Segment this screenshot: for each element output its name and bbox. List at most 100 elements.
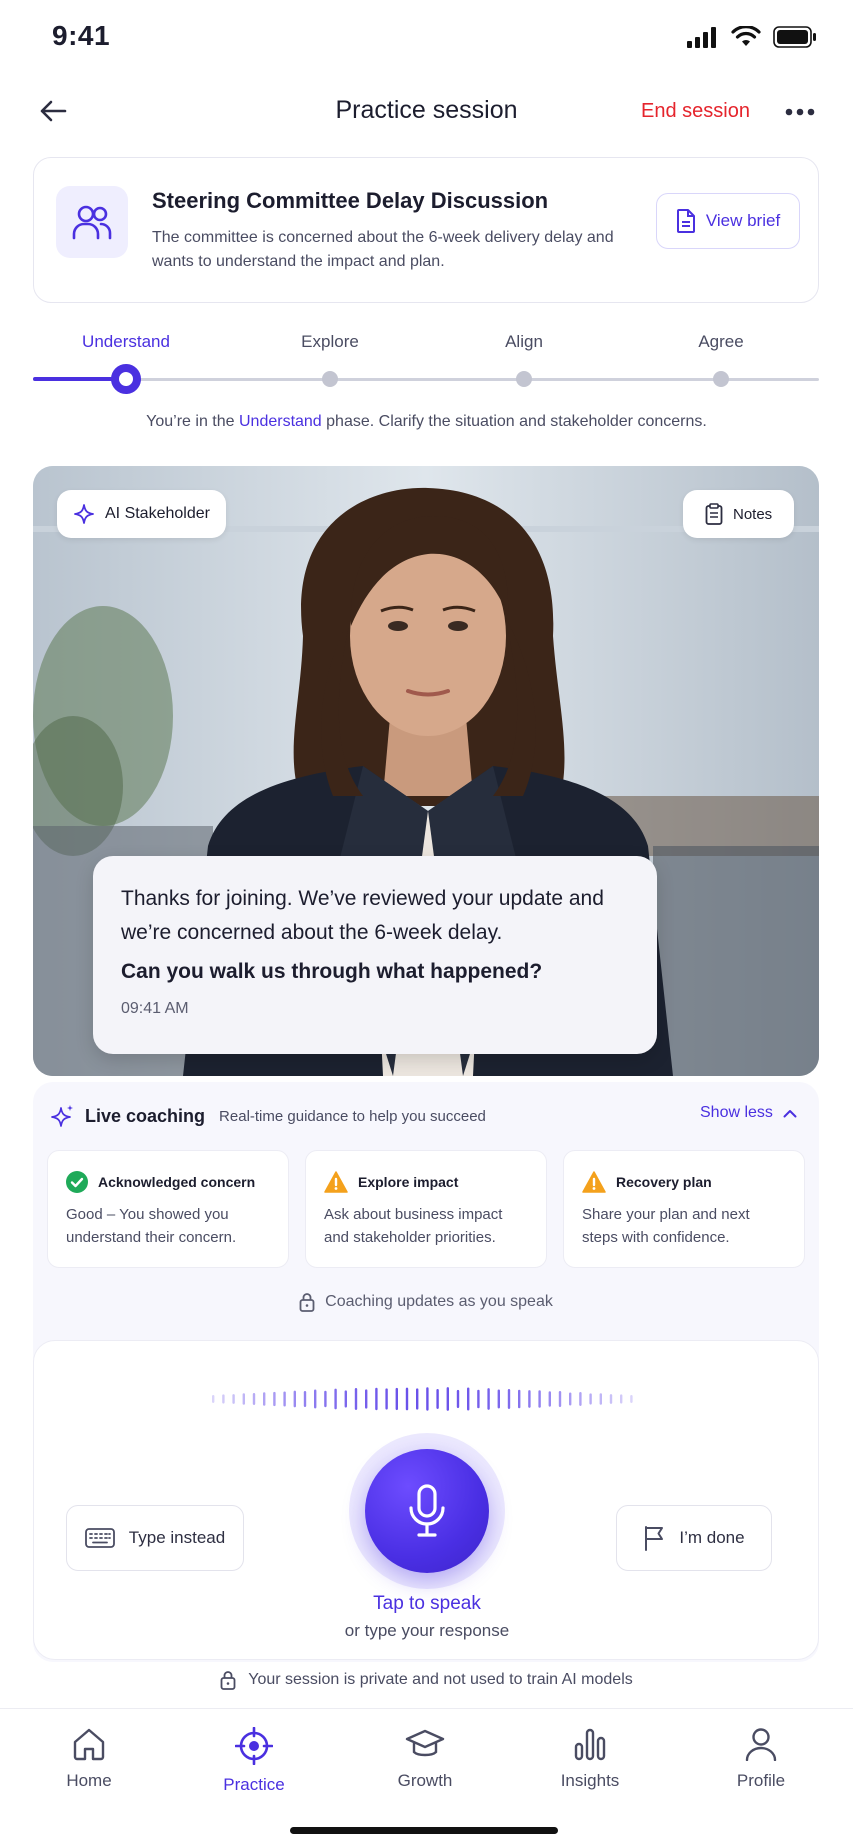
ai-stakeholder-video: AI Stakeholder Notes Thanks for joining.… (33, 466, 819, 1076)
step-understand-label[interactable]: Understand (82, 332, 170, 352)
notes-label: Notes (733, 505, 773, 523)
document-icon (676, 209, 695, 233)
or-type-hint: or type your response (344, 1621, 510, 1640)
coaching-header: Live coaching Real-time guidance to help… (51, 1104, 486, 1128)
waveform-bar (477, 1389, 480, 1409)
step-agree-label[interactable]: Agree (698, 332, 743, 352)
tab-home[interactable]: Home (29, 1727, 149, 1791)
waveform-bar (538, 1390, 541, 1408)
tip-title: Recovery plan (616, 1174, 712, 1190)
users-icon (72, 205, 112, 240)
waveform-bar (630, 1395, 633, 1403)
notes-button[interactable]: Notes (683, 490, 795, 538)
battery-icon (773, 26, 816, 48)
step-explore-dot[interactable] (322, 371, 338, 387)
waveform-bar (620, 1394, 623, 1404)
scenario-card: Steering Committee Delay Discussion The … (33, 157, 819, 303)
waveform-bar (518, 1389, 521, 1409)
waveform-bar (548, 1391, 551, 1407)
coaching-subtitle: Real-time guidance to help you succeed (219, 1107, 486, 1125)
progress-track (33, 378, 819, 381)
waveform-bar (252, 1393, 256, 1405)
waveform-bar (354, 1388, 358, 1410)
waveform-bar (416, 1388, 419, 1410)
stakeholder-message-bubble: Thanks for joining. We’ve reviewed your … (93, 856, 657, 1054)
waveform-bar (446, 1387, 449, 1411)
warning-icon (324, 1171, 348, 1193)
coaching-updates-note: Coaching updates as you speak (33, 1292, 819, 1312)
phase-description: You’re in the Understand phase. Clarify … (0, 413, 853, 431)
waveform-bar (273, 1391, 276, 1407)
scenario-icon-tile (56, 186, 128, 258)
type-instead-label: Type instead (128, 1528, 226, 1547)
arrow-left-icon (40, 100, 67, 122)
step-understand-dot[interactable] (111, 364, 141, 394)
tab-label: Home (66, 1771, 112, 1790)
waveform-bar (589, 1393, 592, 1405)
tip-title: Acknowledged concern (98, 1174, 256, 1190)
im-done-label: I’m done (679, 1528, 745, 1547)
tip-body: Good – You showed you understand their c… (66, 1206, 237, 1246)
waveform-bar (242, 1393, 245, 1405)
waveform-bar (344, 1390, 347, 1408)
tip-title: Explore impact (358, 1174, 459, 1190)
waveform-bar (365, 1389, 368, 1409)
end-session-button[interactable]: End session (641, 100, 750, 123)
chevron-up-icon (783, 1109, 797, 1117)
bottom-tab-bar: Home Practice Growth Insights Profile (0, 1708, 853, 1844)
message-text: Thanks for joining. We’ve reviewed your … (121, 887, 604, 944)
back-button[interactable] (36, 96, 70, 126)
ai-stakeholder-label: AI Stakeholder (105, 505, 210, 522)
tab-label: Insights (560, 1771, 620, 1790)
step-align-dot[interactable] (516, 371, 532, 387)
view-brief-button[interactable]: View brief (656, 193, 800, 249)
phase-prefix: You’re in the (146, 413, 239, 430)
message-timestamp: 09:41 AM (121, 1000, 189, 1017)
show-less-toggle[interactable]: Show less (700, 1104, 797, 1122)
target-icon (235, 1727, 273, 1765)
privacy-text: Your session is private and not used to … (248, 1671, 633, 1688)
sparkles-icon (51, 1105, 73, 1127)
phase-highlight: Understand (238, 413, 322, 430)
more-options-button[interactable] (784, 98, 816, 126)
waveform-bar (426, 1387, 429, 1411)
waveform-bar (579, 1392, 582, 1406)
tip-body: Share your plan and next steps with conf… (582, 1206, 750, 1246)
audio-waveform (212, 1387, 633, 1411)
waveform-bar (558, 1390, 562, 1408)
waveform-bar (395, 1387, 398, 1411)
message-question: Can you walk us through what happened? (121, 960, 543, 983)
microphone-button[interactable] (365, 1449, 489, 1573)
live-coaching-panel: Live coaching Real-time guidance to help… (33, 1082, 819, 1662)
lock-icon (299, 1293, 315, 1312)
step-explore-label[interactable]: Explore (301, 332, 359, 352)
waveform-bar (385, 1388, 388, 1410)
waveform-bar (263, 1392, 266, 1406)
waveform-bar (456, 1389, 460, 1409)
step-align-label[interactable]: Align (505, 332, 543, 352)
waveform-bar (487, 1388, 490, 1410)
user-icon (745, 1728, 777, 1761)
tab-label: Practice (223, 1775, 285, 1794)
tab-practice[interactable]: Practice (194, 1727, 314, 1795)
signal-icon (687, 27, 716, 48)
waveform-bar (497, 1389, 500, 1409)
type-instead-button[interactable]: Type instead (66, 1505, 244, 1571)
waveform-bar (334, 1388, 337, 1410)
flag-icon (645, 1526, 664, 1551)
waveform-bar (293, 1390, 296, 1408)
scenario-title: Steering Committee Delay Discussion (152, 188, 549, 213)
waveform-bar (324, 1390, 327, 1408)
waveform-bar (212, 1395, 215, 1403)
im-done-button[interactable]: I’m done (616, 1505, 772, 1571)
step-agree-dot[interactable] (713, 371, 729, 387)
show-less-label: Show less (700, 1104, 773, 1121)
tab-growth[interactable]: Growth (365, 1727, 485, 1791)
tab-profile[interactable]: Profile (701, 1727, 821, 1791)
check-circle-icon (66, 1171, 88, 1193)
coaching-updates-text: Coaching updates as you speak (325, 1293, 553, 1310)
tab-insights[interactable]: Insights (530, 1727, 650, 1791)
waveform-bar (599, 1393, 602, 1405)
waveform-bar (528, 1390, 531, 1408)
status-icons (687, 26, 817, 48)
